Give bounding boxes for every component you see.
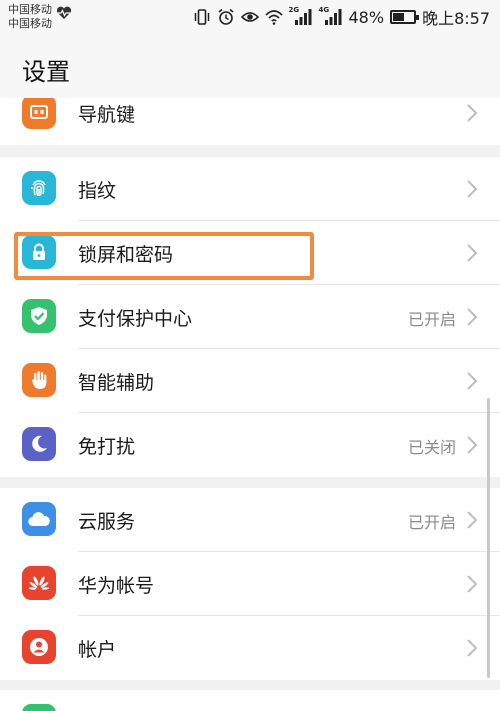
scrollbar[interactable] bbox=[487, 398, 490, 678]
clock: 晚上8:57 bbox=[422, 9, 490, 28]
app-header: 设置 bbox=[0, 36, 500, 99]
chevron-right-icon bbox=[467, 575, 478, 593]
settings-item-navigation-key[interactable]: 导航键 bbox=[0, 98, 500, 145]
wifi-icon bbox=[264, 10, 283, 25]
carrier-labels: 中国移动 中国移动 bbox=[8, 3, 52, 31]
settings-group: 云服务 已开启 华为帐号 帐户 bbox=[0, 488, 500, 680]
page-title: 设置 bbox=[22, 58, 70, 86]
chevron-right-icon bbox=[467, 639, 478, 657]
settings-item-smart-assist[interactable]: 智能辅助 bbox=[0, 349, 500, 413]
huawei-logo-icon bbox=[22, 566, 56, 600]
chevron-right-icon bbox=[467, 244, 478, 262]
settings-item-account[interactable]: 帐户 bbox=[0, 616, 500, 680]
settings-group: 指纹 锁屏和密码 支付保护中心 已开启 智能辅助 免打扰 已关闭 bbox=[0, 157, 500, 477]
hand-icon bbox=[22, 363, 56, 397]
settings-group: 导航键 bbox=[0, 98, 500, 145]
shield-check-icon bbox=[22, 299, 56, 333]
settings-item-label: 华为帐号 bbox=[78, 575, 155, 597]
next-item-icon bbox=[22, 704, 56, 711]
settings-item-label: 免打扰 bbox=[78, 436, 136, 458]
chevron-right-icon bbox=[467, 104, 478, 122]
settings-item-status: 已开启 bbox=[407, 310, 456, 329]
fingerprint-icon bbox=[22, 171, 56, 205]
user-icon bbox=[22, 630, 56, 664]
settings-item-label: 智能辅助 bbox=[78, 372, 155, 394]
chevron-right-icon bbox=[467, 511, 478, 529]
settings-item-fingerprint[interactable]: 指纹 bbox=[0, 157, 500, 221]
settings-item-do-not-disturb[interactable]: 免打扰 已关闭 bbox=[0, 413, 500, 477]
status-bar: 中国移动 中国移动 2G 4G 48% 晚上8:57 bbox=[0, 0, 500, 36]
chevron-right-icon bbox=[467, 308, 478, 326]
settings-item-huawei-account[interactable]: 华为帐号 bbox=[0, 552, 500, 616]
signal-tag: 2G bbox=[288, 6, 300, 14]
cloud-icon bbox=[22, 502, 56, 536]
settings-item-cloud-service[interactable]: 云服务 已开启 bbox=[0, 488, 500, 552]
moon-icon bbox=[22, 427, 56, 461]
carrier-2: 中国移动 bbox=[8, 17, 52, 30]
highlight-box bbox=[14, 232, 314, 280]
chevron-right-icon bbox=[467, 436, 478, 454]
settings-item-status: 已开启 bbox=[407, 513, 456, 532]
chevron-right-icon bbox=[467, 180, 478, 198]
settings-item-status: 已关闭 bbox=[407, 438, 456, 457]
settings-item-payment-protection[interactable]: 支付保护中心 已开启 bbox=[0, 285, 500, 349]
vibrate-icon bbox=[194, 9, 209, 25]
settings-item-label: 云服务 bbox=[78, 511, 136, 533]
alarm-icon bbox=[217, 8, 234, 25]
battery-percent: 48% bbox=[348, 7, 385, 27]
status-icons: 2G 4G 48% 晚上8:57 bbox=[193, 6, 490, 28]
settings-group bbox=[0, 690, 500, 711]
eye-icon bbox=[240, 12, 259, 22]
settings-item-label: 帐户 bbox=[78, 639, 117, 661]
battery-icon bbox=[390, 10, 420, 24]
carrier-1: 中国移动 bbox=[8, 3, 52, 16]
signal-icon: 4G bbox=[318, 6, 343, 26]
settings-item-label: 指纹 bbox=[78, 180, 117, 202]
chevron-right-icon bbox=[467, 372, 478, 390]
settings-item-label: 导航键 bbox=[78, 104, 136, 126]
navigation-key-icon bbox=[22, 98, 56, 129]
heartbeat-icon bbox=[56, 6, 72, 19]
signal-icon: 2G bbox=[288, 6, 313, 26]
settings-item-label: 支付保护中心 bbox=[78, 308, 193, 330]
signal-tag: 4G bbox=[318, 6, 330, 14]
